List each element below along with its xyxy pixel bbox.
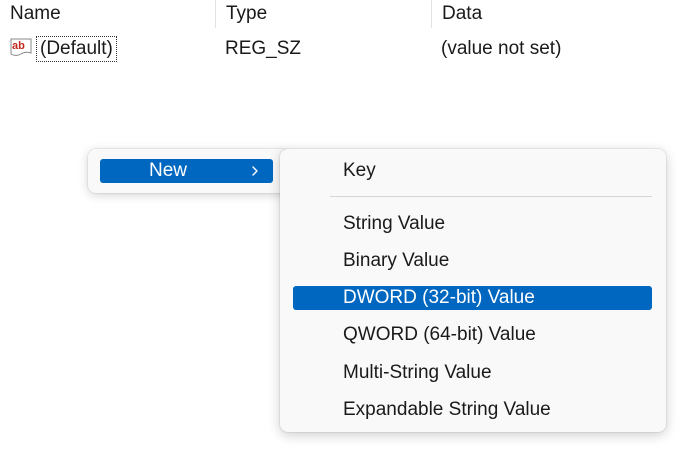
submenu-item-expandable-string-value[interactable]: Expandable String Value [293,398,652,422]
submenu-item-label: QWORD (64-bit) Value [343,324,536,345]
svg-text:ab: ab [12,40,25,52]
submenu-item-string-value[interactable]: String Value [293,212,652,236]
column-header-data[interactable]: Data [431,0,688,28]
submenu-item-multi-string-value[interactable]: Multi-String Value [293,361,652,385]
submenu-item-label: Expandable String Value [343,399,551,420]
submenu-item-label: DWORD (32-bit) Value [343,287,535,308]
submenu-item-key[interactable]: Key [293,159,652,183]
submenu-item-label: String Value [343,213,446,234]
value-type: REG_SZ [225,38,302,59]
registry-value-row[interactable]: ab (Default) REG_SZ (value not set) [0,32,688,66]
value-data: (value not set) [441,38,562,59]
submenu-item-dword-value[interactable]: DWORD (32-bit) Value [293,286,652,310]
registry-editor-values-pane: Name Type Data ab (Default) REG_SZ (valu… [0,0,688,450]
context-menu: New [88,149,290,193]
column-header-name[interactable]: Name [0,0,215,28]
submenu-item-qword-value[interactable]: QWORD (64-bit) Value [293,323,652,347]
new-submenu: Key String Value Binary Value DWORD (32-… [280,149,666,432]
chevron-right-icon [252,166,258,176]
submenu-item-binary-value[interactable]: Binary Value [293,249,652,273]
submenu-item-label: Key [343,160,376,181]
submenu-item-label: Multi-String Value [343,362,492,383]
submenu-item-label: Binary Value [343,250,450,271]
string-value-ab-icon: ab [10,38,32,56]
menu-item-new[interactable]: New [100,159,273,183]
value-name[interactable]: (Default) [36,36,117,62]
column-header-type[interactable]: Type [215,0,431,28]
menu-separator [330,196,652,197]
menu-item-new-label: New [149,160,188,181]
list-header: Name Type Data [0,0,688,28]
